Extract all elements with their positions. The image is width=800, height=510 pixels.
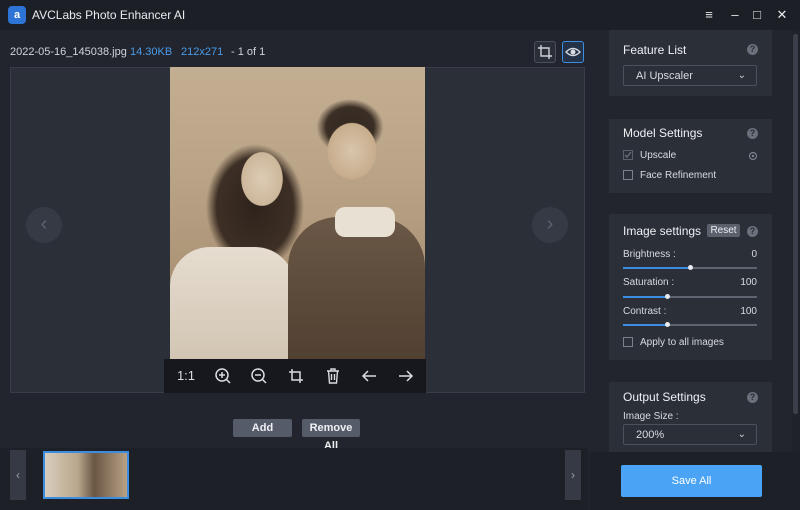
saturation-value: 100 xyxy=(740,277,757,288)
trash-icon xyxy=(327,368,339,384)
photo-detail xyxy=(335,207,395,237)
previous-image-button[interactable]: ‹ xyxy=(26,207,62,243)
chevron-down-icon: ⌄ xyxy=(737,429,746,440)
file-count: - 1 of 1 xyxy=(231,46,266,58)
apply-all-checkbox[interactable] xyxy=(623,337,633,347)
help-icon[interactable]: ? xyxy=(747,128,758,139)
scrollbar-thumb[interactable] xyxy=(793,34,798,414)
brightness-slider[interactable] xyxy=(623,265,757,270)
eye-icon xyxy=(565,47,581,57)
slider-handle[interactable] xyxy=(687,265,693,270)
rotate-right-button[interactable] xyxy=(392,359,420,393)
crop-tool-button[interactable] xyxy=(282,359,310,393)
contrast-value: 100 xyxy=(740,306,757,317)
crop-icon xyxy=(289,369,303,383)
upscale-label: Upscale xyxy=(640,150,677,161)
zoom-in-button[interactable] xyxy=(209,359,237,393)
help-icon[interactable]: ? xyxy=(747,392,758,403)
reset-button[interactable]: Reset xyxy=(707,224,740,237)
face-refinement-checkbox[interactable] xyxy=(623,170,633,180)
arrow-right-icon xyxy=(399,370,414,382)
image-size-select[interactable]: 200% ⌄ xyxy=(623,424,757,445)
help-icon[interactable]: ? xyxy=(747,44,758,55)
feature-list-panel xyxy=(609,30,772,96)
filmstrip-prev-button[interactable]: ‹ xyxy=(10,450,26,500)
preview-toggle-button[interactable] xyxy=(562,41,584,63)
delete-button[interactable] xyxy=(319,359,347,393)
upscale-settings-button[interactable] xyxy=(747,150,759,165)
arrow-left-icon xyxy=(361,370,376,382)
feature-list-title: Feature List xyxy=(623,43,687,57)
feature-select-value: AI Upscaler xyxy=(636,70,693,82)
remove-all-button[interactable]: Remove All xyxy=(302,419,360,452)
menu-icon[interactable]: ≡ xyxy=(700,6,718,24)
image-settings-title: Image settings xyxy=(623,224,702,238)
app-logo-icon: a xyxy=(8,6,26,24)
slider-fill xyxy=(623,267,690,269)
actual-size-button[interactable]: 1:1 xyxy=(172,359,200,393)
save-all-button[interactable]: Save All xyxy=(621,465,762,497)
file-name: 2022-05-16_145038.jpg xyxy=(10,46,127,58)
output-settings-title: Output Settings xyxy=(623,390,706,404)
chevron-down-icon: ⌄ xyxy=(737,70,746,81)
maximize-button[interactable]: □ xyxy=(748,6,766,24)
app-title: AVCLabs Photo Enhancer AI xyxy=(32,8,186,22)
zoom-out-icon xyxy=(251,368,267,384)
slider-handle[interactable] xyxy=(664,294,670,299)
apply-all-label: Apply to all images xyxy=(640,337,724,348)
upscale-checkbox[interactable] xyxy=(623,150,633,160)
close-button[interactable]: ✕ xyxy=(773,6,791,24)
brightness-label: Brightness : xyxy=(623,249,676,260)
chevron-left-icon: ‹ xyxy=(16,468,20,482)
brightness-value: 0 xyxy=(751,249,757,260)
filmstrip-next-button[interactable]: › xyxy=(565,450,581,500)
image-size-label: Image Size : xyxy=(623,411,679,422)
slider-handle[interactable] xyxy=(664,322,670,327)
face-refinement-label: Face Refinement xyxy=(640,170,717,181)
saturation-slider[interactable] xyxy=(623,294,757,299)
contrast-slider[interactable] xyxy=(623,322,757,327)
check-icon xyxy=(624,151,632,158)
photo-preview xyxy=(170,67,425,393)
zoom-in-icon xyxy=(215,368,231,384)
gear-icon xyxy=(748,151,758,161)
zoom-out-button[interactable] xyxy=(245,359,273,393)
contrast-label: Contrast : xyxy=(623,306,667,317)
slider-fill xyxy=(623,296,668,298)
chevron-right-icon: › xyxy=(571,468,575,482)
chevron-right-icon: › xyxy=(546,213,554,235)
add-button[interactable]: Add xyxy=(233,419,292,437)
crop-button[interactable] xyxy=(534,41,556,63)
minimize-button[interactable]: – xyxy=(726,6,744,24)
chevron-left-icon: ‹ xyxy=(40,213,48,235)
image-size-value: 200% xyxy=(636,429,665,441)
file-dimensions: 212x271 xyxy=(181,46,224,58)
model-settings-title: Model Settings xyxy=(623,126,703,140)
saturation-label: Saturation : xyxy=(623,277,675,288)
file-size: 14.30KB xyxy=(130,46,173,58)
feature-select[interactable]: AI Upscaler ⌄ xyxy=(623,65,757,86)
crop-icon xyxy=(538,45,552,59)
rotate-left-button[interactable] xyxy=(355,359,383,393)
help-icon[interactable]: ? xyxy=(747,226,758,237)
slider-fill xyxy=(623,324,668,326)
thumbnail[interactable] xyxy=(43,451,129,499)
next-image-button[interactable]: › xyxy=(532,207,568,243)
